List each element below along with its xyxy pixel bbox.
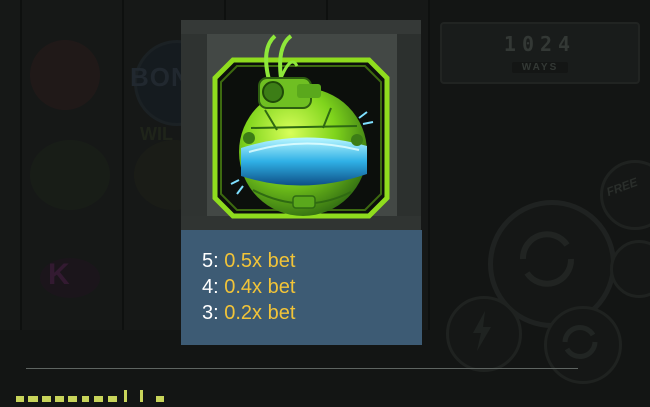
green-robot-sphere-icon xyxy=(212,34,390,219)
divider xyxy=(26,368,578,369)
paytable-row: 3: 0.2x bet xyxy=(202,301,295,325)
symbol-count: 4: xyxy=(202,276,225,298)
symbol-card xyxy=(181,20,421,230)
paytable-row: 5: 0.5x bet xyxy=(202,249,295,273)
paytable: 5: 0.5x bet 4: 0.4x bet 3: 0.2x bet xyxy=(181,230,422,345)
payout-multiplier: 0.4x bet xyxy=(224,276,296,298)
payout-multiplier: 0.5x bet xyxy=(224,250,296,272)
symbol-count: 3: xyxy=(202,302,225,324)
paytable-row: 4: 0.4x bet xyxy=(202,275,295,299)
symbol-count: 5: xyxy=(202,250,225,272)
payout-multiplier: 0.2x bet xyxy=(224,302,296,324)
cropped-heading xyxy=(14,386,174,407)
